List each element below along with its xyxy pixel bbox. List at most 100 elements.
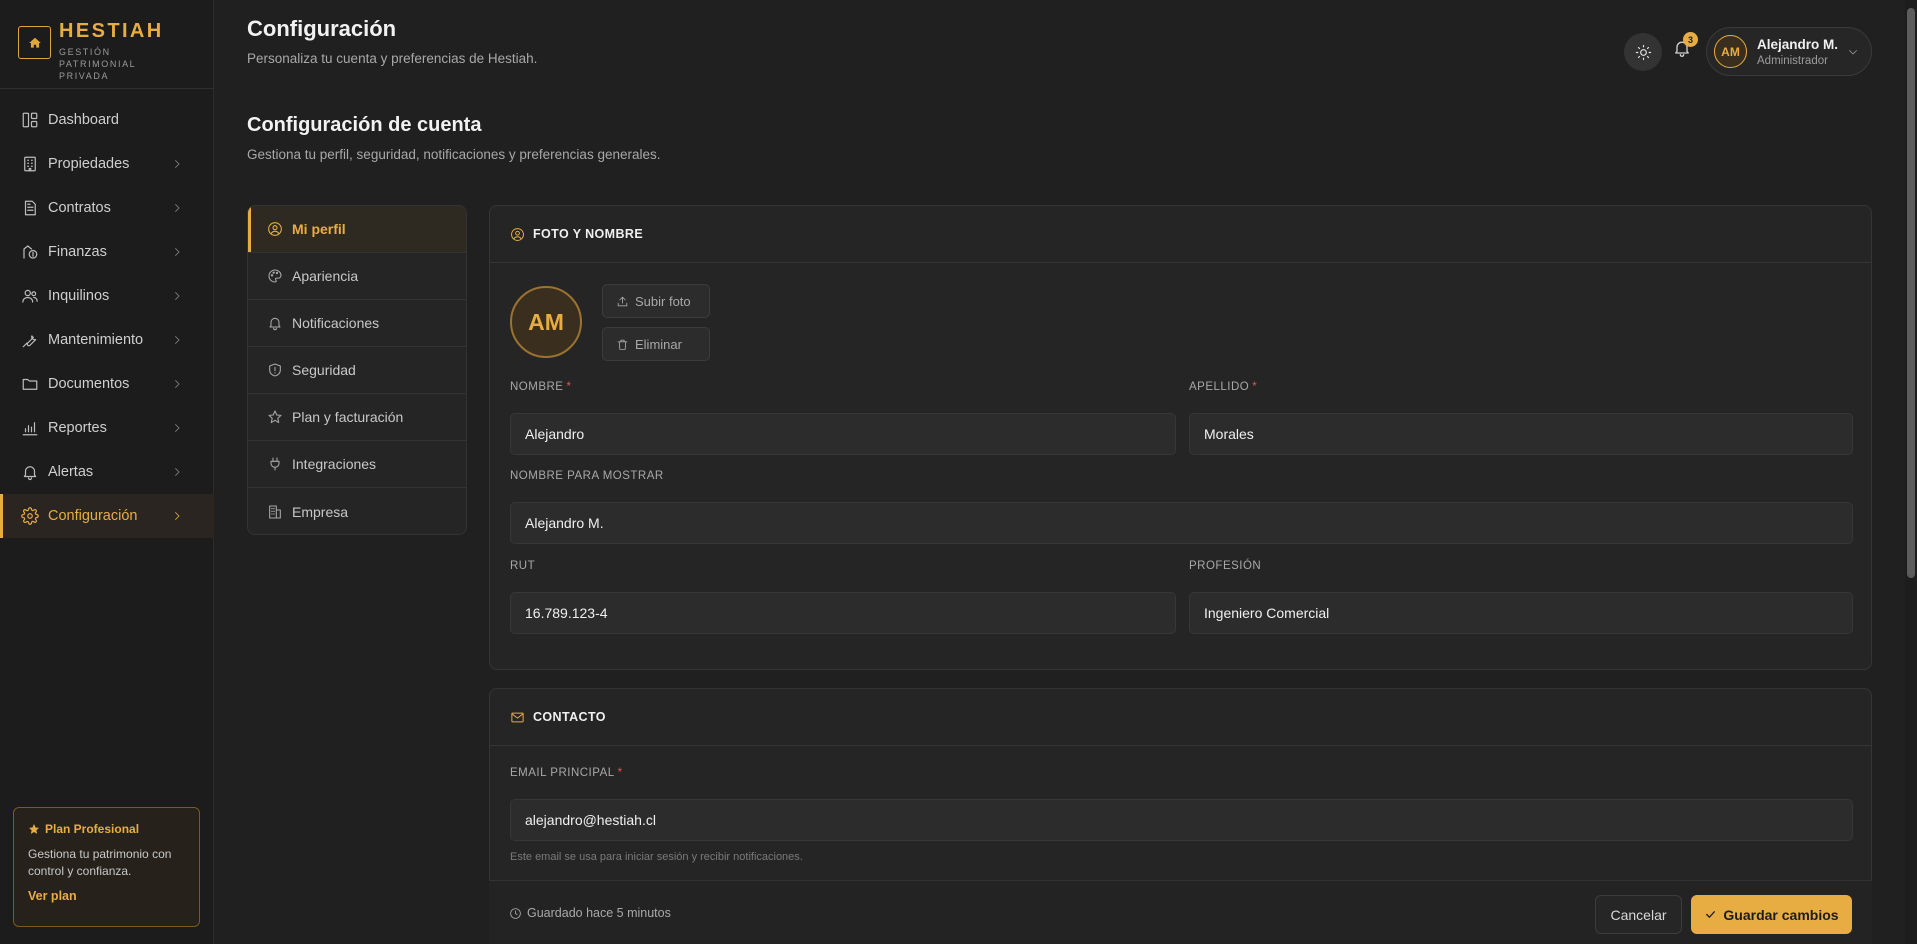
contact-card: CONTACTO EMAIL PRINCIPAL * alejandro@hest… (489, 688, 1872, 888)
settings-tab-apariencia[interactable]: Apariencia (248, 253, 466, 300)
document-icon (21, 199, 39, 217)
chevron-right-icon (171, 334, 183, 346)
apellido-field[interactable]: Morales (1189, 413, 1853, 455)
email-label-text: EMAIL PRINCIPAL (510, 767, 615, 779)
card-title: FOTO Y NOMBRE (533, 227, 644, 241)
settings-tab-integraciones[interactable]: Integraciones (248, 441, 466, 488)
settings-tab-label: Plan y facturación (292, 409, 404, 425)
delete-photo-button[interactable]: Eliminar (602, 327, 710, 361)
sidebar-item-propiedades[interactable]: Propiedades (0, 142, 214, 186)
user-role: Administrador (1757, 54, 1828, 67)
sidebar-item-label: Reportes (48, 420, 107, 436)
dashboard-icon (21, 111, 39, 129)
trash-icon (616, 338, 629, 351)
profesion-label: PROFESIÓN (1189, 560, 1262, 572)
chevron-down-icon (1847, 46, 1859, 58)
plug-icon (267, 456, 283, 472)
sidebar-item-alertas[interactable]: Alertas (0, 450, 214, 494)
wrench-icon (21, 331, 39, 349)
building-icon (21, 155, 39, 173)
theme-toggle-button[interactable] (1624, 33, 1662, 71)
cancel-button[interactable]: Cancelar (1595, 895, 1682, 934)
view-plan-link[interactable]: Ver plan (28, 889, 77, 903)
company-icon (267, 504, 283, 520)
sidebar-item-reportes[interactable]: Reportes (0, 406, 214, 450)
sidebar-item-label: Documentos (48, 376, 130, 392)
sidebar-item-label: Dashboard (48, 112, 119, 128)
check-icon (1704, 908, 1717, 921)
sidebar-item-finanzas[interactable]: Finanzas (0, 230, 214, 274)
user-circle-icon (267, 221, 283, 237)
bell-icon (21, 463, 39, 481)
nombre-field[interactable]: Alejandro (510, 413, 1176, 455)
chevron-right-icon (171, 378, 183, 390)
sidebar-item-label: Mantenimiento (48, 332, 144, 348)
user-circle-icon (510, 227, 525, 242)
email-label: EMAIL PRINCIPAL * (510, 767, 623, 779)
sidebar-item-inquilinos[interactable]: Inquilinos (0, 274, 214, 318)
sidebar-item-configuracion[interactable]: Configuración (0, 494, 214, 538)
upload-photo-button[interactable]: Subir foto (602, 284, 710, 318)
section-subtitle: Gestiona tu perfil, seguridad, notificac… (247, 147, 661, 162)
save-status: Guardado hace 5 minutos (509, 906, 671, 920)
house-icon (18, 26, 51, 59)
sidebar-item-documentos[interactable]: Documentos (0, 362, 214, 406)
sidebar-item-label: Propiedades (48, 156, 130, 172)
shield-icon (267, 362, 283, 378)
sidebar-item-label: Alertas (48, 464, 94, 480)
chevron-right-icon (171, 202, 183, 214)
upload-icon (616, 295, 629, 308)
notifications-button[interactable]: 3 (1672, 32, 1698, 64)
plan-title: Plan Profesional (45, 822, 140, 836)
settings-tab-plan-facturacion[interactable]: Plan y facturación (248, 394, 466, 441)
chevron-right-icon (171, 246, 183, 258)
save-button[interactable]: Guardar cambios (1691, 895, 1852, 934)
profile-photo: AM (510, 286, 582, 358)
sidebar-item-label: Configuración (48, 508, 138, 524)
sidebar-item-mantenimiento[interactable]: Mantenimiento (0, 318, 214, 362)
upload-photo-label: Subir foto (635, 293, 691, 309)
action-bar: Guardado hace 5 minutos Cancelar Guardar… (489, 880, 1872, 944)
user-menu[interactable]: AM Alejandro M. Administrador (1706, 27, 1872, 76)
settings-tab-label: Integraciones (292, 456, 377, 472)
settings-tab-empresa[interactable]: Empresa (248, 488, 466, 534)
avatar: AM (1714, 35, 1747, 68)
profesion-field[interactable]: Ingeniero Comercial (1189, 592, 1853, 634)
palette-icon (267, 268, 283, 284)
gear-icon (21, 507, 39, 525)
rut-field[interactable]: 16.789.123-4 (510, 592, 1176, 634)
email-hint: Este email se usa para iniciar sesión y … (510, 851, 803, 863)
card-header: CONTACTO (490, 689, 1871, 746)
sidebar-item-label: Contratos (48, 200, 111, 216)
notification-badge: 3 (1683, 32, 1698, 47)
bell-icon (267, 315, 283, 331)
user-name: Alejandro M. (1757, 36, 1839, 52)
apellido-label: APELLIDO * (1189, 381, 1257, 393)
chevron-right-icon (171, 422, 183, 434)
required-marker: * (566, 381, 572, 393)
star-icon (267, 409, 283, 425)
display-name-label: NOMBRE PARA MOSTRAR (510, 470, 664, 482)
sidebar-item-label: Finanzas (48, 244, 107, 260)
apellido-label-text: APELLIDO (1189, 381, 1250, 393)
sidebar-item-contratos[interactable]: Contratos (0, 186, 214, 230)
delete-photo-label: Eliminar (635, 336, 682, 352)
sidebar-item-dashboard[interactable]: Dashboard (0, 98, 214, 142)
finance-icon (21, 243, 39, 261)
settings-tab-label: Mi perfil (292, 221, 346, 237)
chevron-right-icon (171, 466, 183, 478)
scrollbar-thumb[interactable] (1907, 8, 1915, 578)
settings-tab-mi-perfil[interactable]: Mi perfil (248, 206, 466, 253)
display-name-field[interactable]: Alejandro M. (510, 502, 1853, 544)
card-header: FOTO Y NOMBRE (490, 206, 1871, 263)
brand[interactable]: HESTIAH GESTIÓN PATRIMONIAL PRIVADA (18, 20, 179, 82)
page-title: Configuración (247, 16, 397, 41)
settings-tab-seguridad[interactable]: Seguridad (248, 347, 466, 394)
folder-icon (21, 375, 39, 393)
settings-tab-notificaciones[interactable]: Notificaciones (248, 300, 466, 347)
email-field[interactable]: alejandro@hestiah.cl (510, 799, 1853, 841)
settings-tab-label: Seguridad (292, 362, 356, 378)
section-title: Configuración de cuenta (247, 114, 482, 136)
plan-card: Plan Profesional Gestiona tu patrimonio … (13, 807, 200, 927)
save-button-label: Guardar cambios (1723, 906, 1839, 923)
